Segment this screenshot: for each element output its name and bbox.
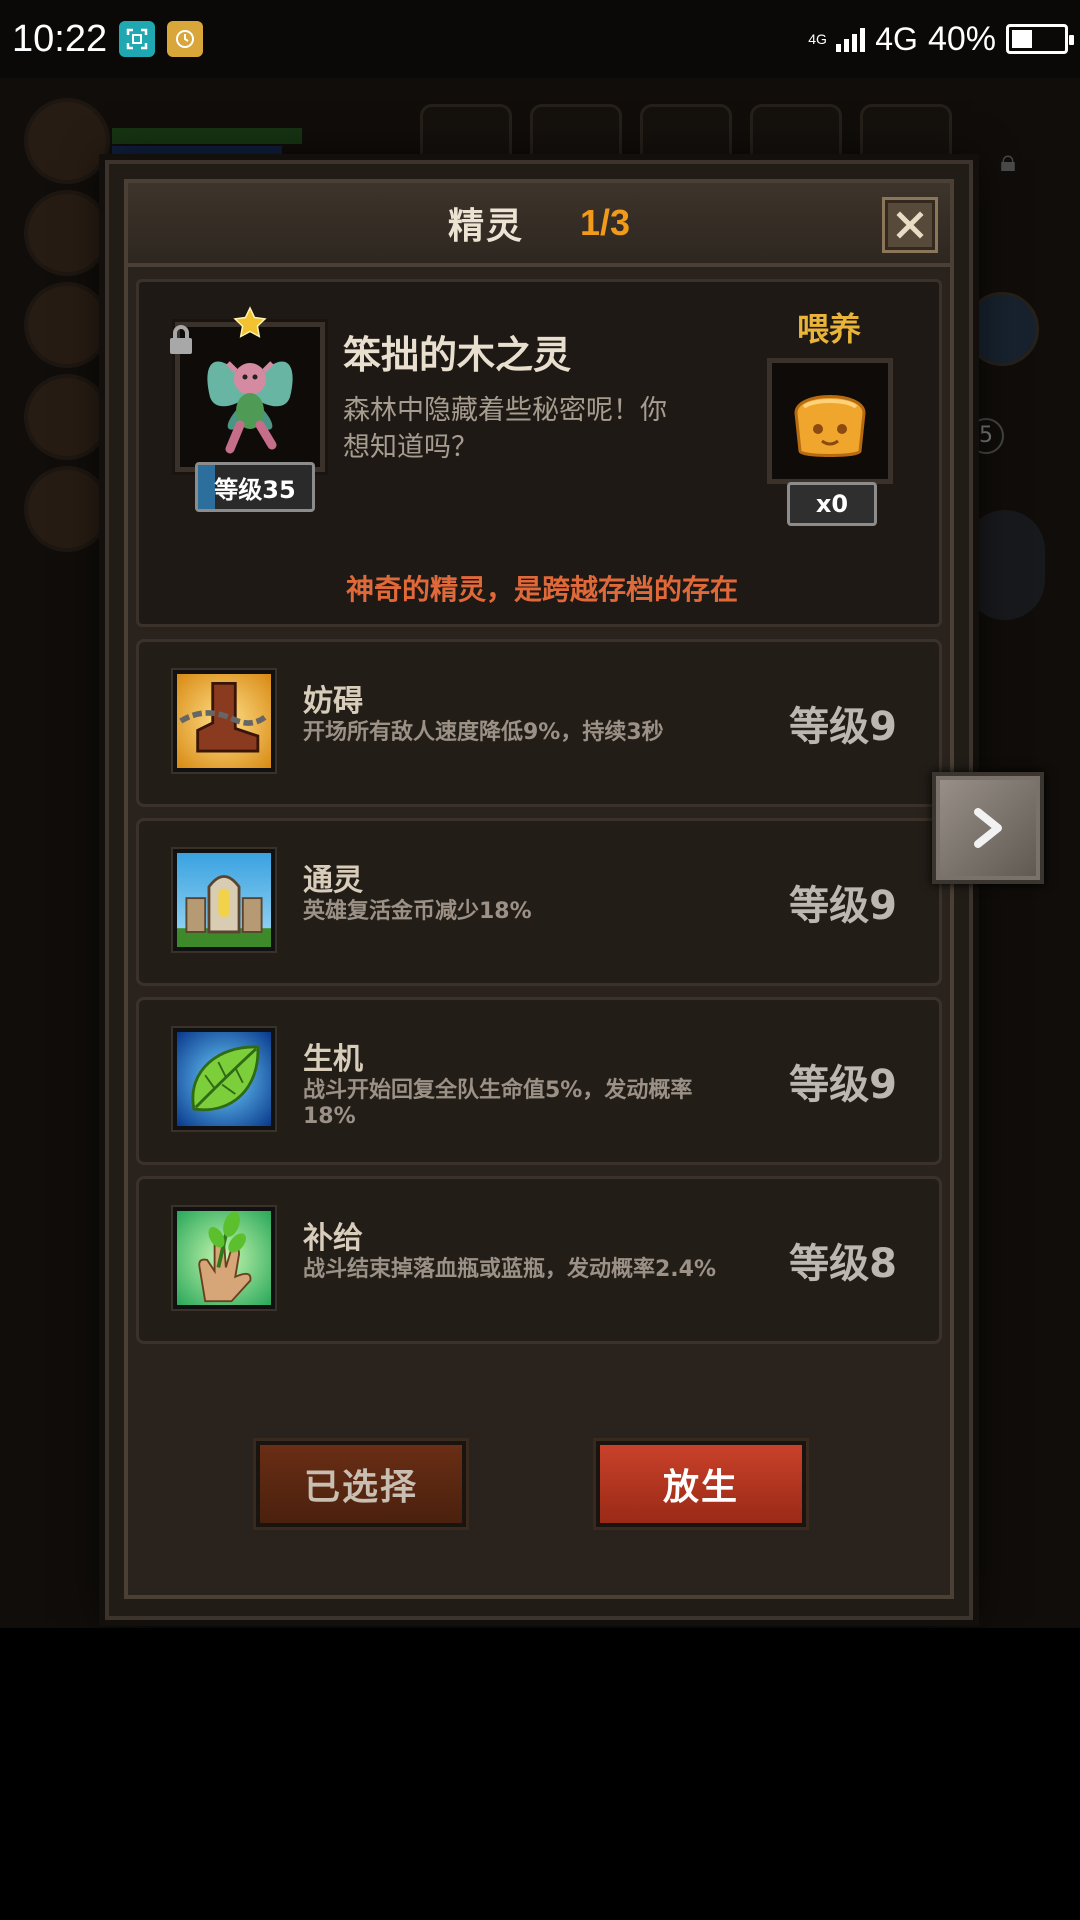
spirit-description: 森林中隐藏着些秘密呢！你想知道吗？ [343,395,667,463]
spirit-info-panel: 等级35 笨拙的木之灵 森林中隐藏着些秘密呢！你想知道吗？ 喂养 x0 神奇的精… [136,279,942,627]
spirit-dialog: 精灵 1/3 等级35 笨拙的木之灵 森林中隐藏着些秘密呢！你想知道吗？ 喂养 … [105,160,973,1620]
bread-icon [794,395,866,457]
lock-icon: 🔒︎ [1000,144,1016,179]
skill-level: 等级9 [789,883,897,929]
leaf-icon [173,1028,275,1130]
monster-silhouette [965,510,1045,620]
skill-row[interactable]: 补给 战斗结束掉落血瓶或蓝瓶，发动概率2.4% 等级8 [136,1176,942,1344]
screenshot-app-icon [119,21,156,57]
signal-icon [836,26,866,52]
star-icon [233,306,267,338]
skill-description: 战斗结束掉落血瓶或蓝瓶，发动概率2.4% [303,1257,717,1282]
mp-bar [112,146,282,156]
battery-percent: 40% [927,19,996,58]
spirit-level: 等级35 [214,475,296,504]
network-small-label: 4G [808,31,827,47]
skill-level: 等级8 [789,1241,897,1287]
skill-name: 通灵 [303,863,363,898]
skill-description: 开场所有敌人速度降低9%，持续3秒 [303,720,664,745]
close-button[interactable] [882,197,938,253]
hero-portrait [965,292,1039,366]
hero-portrait [24,98,110,184]
dialog-frame: 精灵 1/3 等级35 笨拙的木之灵 森林中隐藏着些秘密呢！你想知道吗？ 喂养 … [124,179,954,1599]
skill-row[interactable]: 妨碍 开场所有敌人速度降低9%，持续3秒 等级9 [136,639,942,807]
status-bar: 10:22 4G 4G 40% [0,0,1080,78]
feed-count: x0 [787,482,877,526]
next-spirit-button[interactable] [932,772,1044,884]
dialog-title: 精灵 [447,206,524,247]
chevron-right-icon [974,808,1002,848]
spirit-tagline: 神奇的精灵，是跨越存档的存在 [345,573,738,606]
level-progress-fill [198,465,216,509]
page-indicator: 1/3 [579,202,631,243]
hero-portrait [24,282,110,368]
count-badge: 5 [968,418,1004,454]
lock-icon[interactable] [167,324,195,356]
skill-description: 战斗开始回复全队生命值5%，发动概率18% [303,1078,693,1129]
game-app-icon [167,21,204,57]
shackled-boot-icon [173,670,275,772]
hero-portrait [24,466,110,552]
close-icon [896,211,924,239]
selected-button[interactable]: 已选择 [256,1441,466,1527]
skill-name: 妨碍 [303,684,363,719]
release-button[interactable]: 放生 [596,1441,806,1527]
spirit-level-badge: 等级35 [195,462,315,512]
skill-name: 补给 [303,1221,363,1256]
hand-herb-icon [173,1207,275,1309]
status-time: 10:22 [12,17,108,60]
spirit-portrait[interactable] [175,322,325,472]
skill-description: 英雄复活金币减少18% [303,899,532,924]
skill-level: 等级9 [789,1062,897,1108]
hero-portrait [24,190,110,276]
hero-portrait [24,374,110,460]
feed-slot[interactable] [767,358,893,484]
skill-row[interactable]: 生机 战斗开始回复全队生命值5%，发动概率18% 等级9 [136,997,942,1165]
feed-label: 喂养 [796,310,861,348]
hp-bar [112,128,302,144]
skill-row[interactable]: 通灵 英雄复活金币减少18% 等级9 [136,818,942,986]
skill-name: 生机 [303,1042,363,1077]
spirit-name: 笨拙的木之灵 [343,333,572,377]
gravestone-icon [173,849,275,951]
skill-level: 等级9 [789,704,897,750]
battery-icon [1006,24,1074,54]
network-label: 4G [875,20,918,57]
fairy-portrait-icon [207,361,293,454]
dialog-header: 精灵 1/3 [128,183,950,267]
